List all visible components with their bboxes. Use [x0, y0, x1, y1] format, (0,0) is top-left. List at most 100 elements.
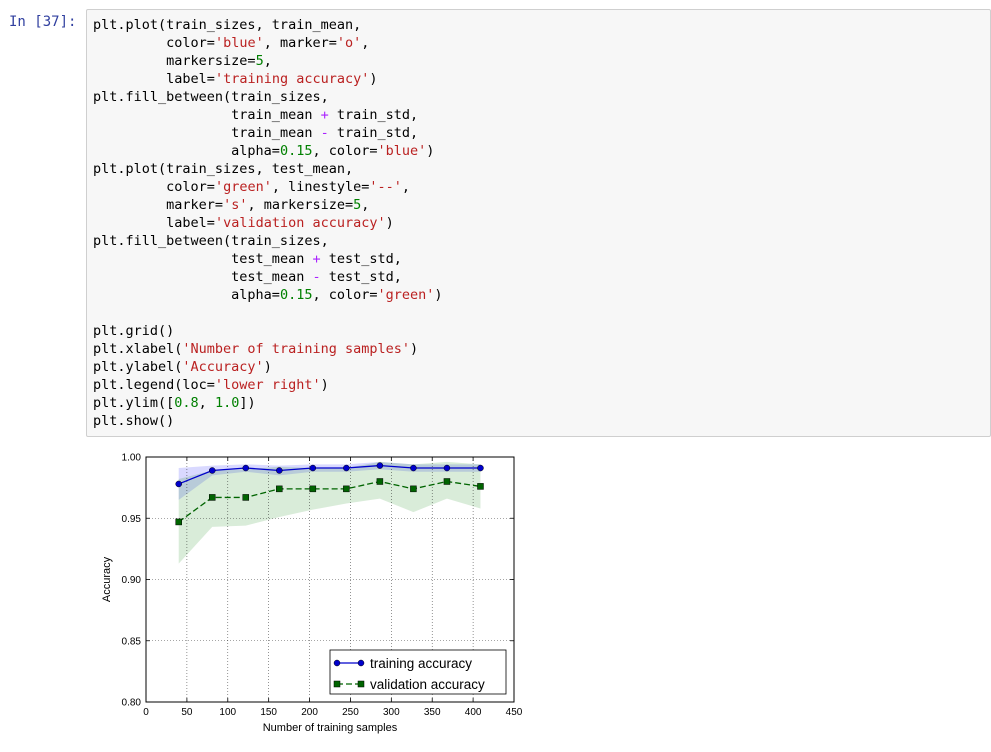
code-line: plt.show() [93, 412, 990, 430]
code-line: plt.grid() [93, 322, 990, 340]
code-token-operator: - [312, 269, 321, 285]
code-token: plt.ylabel( [93, 359, 183, 375]
legend-marker [333, 680, 341, 688]
code-token: alpha= [231, 143, 280, 159]
code-line: train_mean + train_std, [93, 106, 990, 124]
code-token: markersize= [166, 53, 256, 69]
code-token: ) [426, 143, 435, 159]
training-accuracy-point [343, 464, 350, 472]
code-line: plt.ylabel('Accuracy') [93, 358, 990, 376]
validation-accuracy-point [175, 518, 182, 526]
code-token: marker= [166, 197, 224, 213]
code-line: alpha=0.15, color='blue') [93, 142, 990, 160]
output-plot: 0 50 100 150 200 250 300 350 400 450 0.80 0.85 0.90 0… [86, 443, 536, 743]
code-token: , [263, 53, 272, 69]
code-line: test_mean - test_std, [93, 268, 990, 286]
code-token-number: 0.15 [279, 143, 313, 159]
x-tick-label: 300 [383, 707, 400, 718]
code-token-number: 0.15 [279, 287, 313, 303]
code-token: , [198, 395, 215, 411]
training-accuracy-point [175, 480, 182, 488]
code-line: plt.plot(train_sizes, test_mean, [93, 160, 990, 178]
code-token: color= [166, 35, 215, 51]
code-token: ) [409, 341, 419, 357]
code-token: , [361, 197, 370, 213]
code-token: test_mean [231, 251, 313, 267]
code-token: plt.plot(train_sizes, test_mean, [93, 161, 354, 177]
code-token: ) [320, 377, 329, 393]
validation-accuracy-point [208, 494, 216, 501]
validation-accuracy-point [376, 478, 384, 485]
training-accuracy-point [410, 464, 417, 472]
code-line: plt.ylim([0.8, 1.0]) [93, 394, 990, 412]
code-token: , color= [312, 143, 378, 159]
code-token-number: 5 [255, 53, 264, 69]
code-token-string: 'green' [214, 179, 272, 195]
validation-accuracy-point [343, 485, 350, 493]
training-accuracy-point [376, 462, 384, 469]
code-token-string: 'o' [336, 35, 362, 51]
code-token: plt.xlabel( [93, 341, 183, 357]
code-token: color= [166, 179, 215, 195]
training-accuracy-point [309, 464, 317, 472]
validation-accuracy-point [410, 485, 417, 493]
code-token: train_mean [231, 125, 321, 141]
code-token-string: '--' [369, 179, 402, 195]
code-token: plt.fill_between(train_sizes, [93, 233, 329, 249]
y-tick-label: 0.85 [122, 636, 142, 647]
learning-curve-chart: 0 50 100 150 200 250 300 350 400 450 0.80 0.85 0.90 0… [86, 443, 536, 743]
code-token: plt.fill_between(train_sizes, [93, 89, 329, 105]
code-token: ) [369, 71, 378, 87]
code-token-string: 'validation accuracy' [214, 215, 386, 231]
legend-label-training: training accuracy [370, 656, 472, 671]
code-line: test_mean + test_std, [93, 250, 990, 268]
code-token-string: 'blue' [214, 35, 264, 51]
code-token-string: 'Accuracy' [182, 359, 264, 375]
code-line: color='green', linestyle='--', [93, 178, 990, 196]
code-token: , markersize= [247, 197, 354, 213]
legend-label-validation: validation accuracy [370, 677, 485, 692]
code-token: alpha= [231, 287, 280, 303]
code-token: train_std, [328, 107, 419, 123]
y-tick-label: 0.90 [122, 575, 142, 586]
x-tick-label: 400 [465, 707, 482, 718]
code-token: ) [263, 359, 272, 375]
validation-accuracy-point [276, 485, 283, 493]
input-prompt: In [37]: [9, 14, 77, 30]
validation-accuracy-point [242, 494, 250, 501]
x-tick-label: 200 [301, 707, 318, 718]
code-token-string: 's' [223, 197, 248, 213]
code-token-number: 1.0 [214, 395, 240, 411]
code-line: label='validation accuracy') [93, 214, 990, 232]
training-accuracy-point [242, 464, 250, 472]
legend-marker [357, 680, 365, 688]
code-token-operator: - [320, 125, 329, 141]
y-tick-label: 0.80 [122, 698, 142, 709]
code-line: plt.fill_between(train_sizes, [93, 88, 990, 106]
code-line: alpha=0.15, color='green') [93, 286, 990, 304]
x-tick-label: 100 [219, 707, 236, 718]
code-token: test_std, [320, 269, 402, 285]
code-cell[interactable]: plt.plot(train_sizes, train_mean, color=… [86, 9, 991, 437]
code-token-number: 0.8 [174, 395, 199, 411]
code-token: train_mean [231, 107, 321, 123]
legend-marker [333, 659, 341, 667]
code-line: label='training accuracy') [93, 70, 990, 88]
code-line: plt.xlabel('Number of training samples') [93, 340, 990, 358]
code-token: ) [385, 215, 394, 231]
x-tick-label: 0 [143, 707, 149, 718]
code-token: plt.plot(train_sizes, train_mean, [93, 17, 362, 33]
x-axis-label: Number of training samples [263, 722, 398, 734]
x-tick-label: 150 [260, 707, 277, 718]
x-tick-label: 50 [181, 707, 193, 718]
training-accuracy-point [477, 464, 484, 472]
